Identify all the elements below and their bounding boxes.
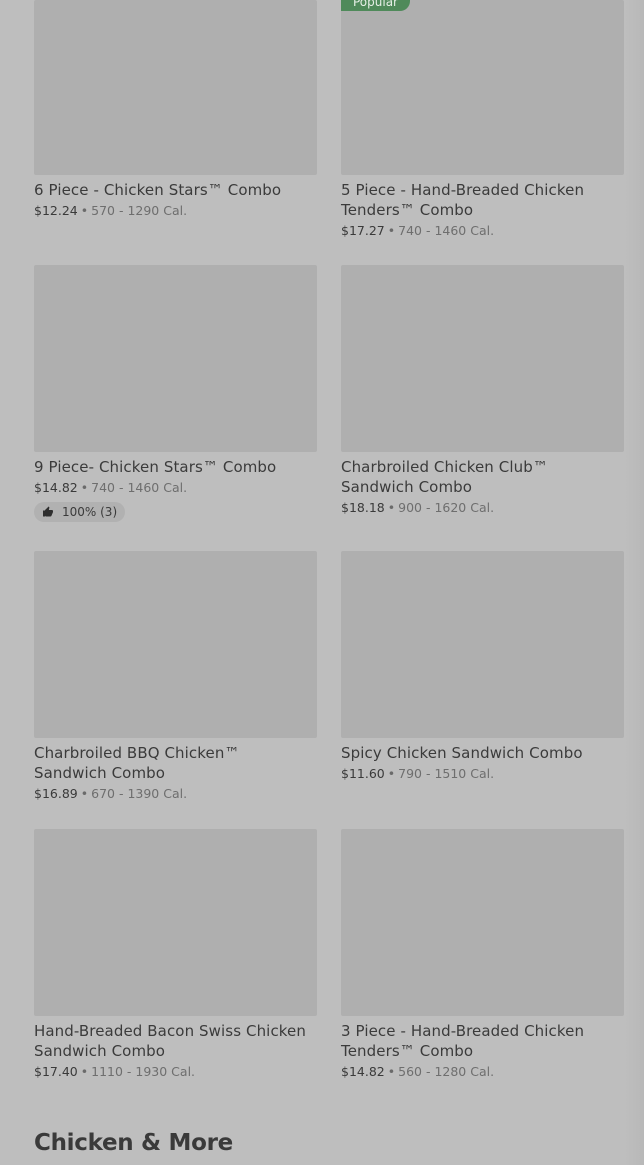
menu-item-title[interactable]: Hand-Breaded Bacon Swiss Chicken Sandwic… [34, 1021, 317, 1061]
menu-item-calories: 670 - 1390 Cal. [91, 786, 188, 801]
menu-item-image[interactable] [341, 829, 624, 1016]
menu-item-price: $16.89 [34, 786, 78, 801]
menu-item-card[interactable]: 3 Piece - Hand-Breaded Chicken Tenders™ … [341, 829, 624, 1081]
menu-item-price: $17.27 [341, 223, 385, 238]
menu-item-image[interactable] [34, 265, 317, 452]
menu-item-card[interactable]: Spicy Chicken Sandwich Combo $11.60 • 790 … [341, 551, 624, 783]
meta-separator: • [387, 1064, 396, 1079]
menu-item-title[interactable]: 6 Piece - Chicken Stars™ Combo [34, 180, 317, 200]
menu-item-card[interactable]: Charbroiled Chicken Club™ Sandwich Combo… [341, 265, 624, 517]
menu-item-meta: $16.89 • 670 - 1390 Cal. [34, 785, 317, 803]
menu-item-meta: $11.60 • 790 - 1510 Cal. [341, 765, 624, 783]
menu-item-card[interactable]: Popular 5 Piece - Hand-Breaded Chicken T… [341, 0, 624, 240]
menu-item-price: $12.24 [34, 203, 78, 218]
menu-item-title[interactable]: Charbroiled BBQ Chicken™ Sandwich Combo [34, 743, 317, 783]
menu-item-calories: 570 - 1290 Cal. [91, 203, 188, 218]
menu-item-price: $14.82 [34, 480, 78, 495]
menu-item-meta: $12.24 • 570 - 1290 Cal. [34, 202, 317, 220]
menu-item-calories: 1110 - 1930 Cal. [91, 1064, 196, 1079]
meta-separator: • [80, 786, 89, 801]
menu-item-calories: 790 - 1510 Cal. [398, 766, 495, 781]
menu-item-meta: $17.40 • 1110 - 1930 Cal. [34, 1063, 317, 1081]
menu-item-image[interactable]: Popular [341, 0, 624, 175]
menu-item-calories: 740 - 1460 Cal. [398, 223, 495, 238]
rating-badge: 100% (3) [34, 502, 126, 522]
menu-item-card[interactable]: 9 Piece- Chicken Stars™ Combo $14.82 • 740… [34, 265, 317, 522]
thumbs-up-icon [43, 506, 53, 517]
meta-separator: • [80, 1064, 89, 1079]
menu-item-image[interactable] [34, 0, 317, 175]
menu-item-title[interactable]: Spicy Chicken Sandwich Combo [341, 743, 624, 763]
menu-item-image[interactable] [341, 551, 624, 738]
menu-item-title[interactable]: 3 Piece - Hand-Breaded Chicken Tenders™ … [341, 1021, 624, 1061]
section-title: Chicken & More [34, 1130, 233, 1156]
menu-item-card[interactable]: Charbroiled BBQ Chicken™ Sandwich Combo … [34, 551, 317, 803]
menu-item-price: $18.18 [341, 500, 385, 515]
menu-item-calories: 900 - 1620 Cal. [398, 500, 495, 515]
popular-badge: Popular [341, 0, 410, 11]
menu-item-price: $17.40 [34, 1064, 78, 1079]
menu-item-title[interactable]: 5 Piece - Hand-Breaded Chicken Tenders™ … [341, 180, 624, 220]
meta-separator: • [80, 203, 89, 218]
menu-item-card[interactable]: 6 Piece - Chicken Stars™ Combo $12.24 • 57… [34, 0, 317, 220]
menu-item-image[interactable] [34, 829, 317, 1016]
scroll-edge-shade [624, 0, 644, 1165]
menu-item-meta: $17.27 • 740 - 1460 Cal. [341, 222, 624, 240]
menu-item-price: $14.82 [341, 1064, 385, 1079]
menu-item-image[interactable] [341, 265, 624, 452]
menu-item-title[interactable]: Charbroiled Chicken Club™ Sandwich Combo [341, 457, 624, 497]
menu-item-meta: $18.18 • 900 - 1620 Cal. [341, 499, 624, 517]
menu-item-card[interactable]: Hand-Breaded Bacon Swiss Chicken Sandwic… [34, 829, 317, 1081]
menu-item-image[interactable] [34, 551, 317, 738]
meta-separator: • [387, 500, 396, 515]
meta-separator: • [80, 480, 89, 495]
meta-separator: • [387, 223, 396, 238]
menu-item-price: $11.60 [341, 766, 385, 781]
menu-item-title[interactable]: 9 Piece- Chicken Stars™ Combo [34, 457, 317, 477]
menu-item-calories: 560 - 1280 Cal. [398, 1064, 495, 1079]
meta-separator: • [387, 766, 396, 781]
menu-item-meta: $14.82 • 740 - 1460 Cal. [34, 479, 317, 497]
menu-item-calories: 740 - 1460 Cal. [91, 480, 188, 495]
menu-item-meta: $14.82 • 560 - 1280 Cal. [341, 1063, 624, 1081]
rating-text: 100% (3) [62, 505, 118, 519]
